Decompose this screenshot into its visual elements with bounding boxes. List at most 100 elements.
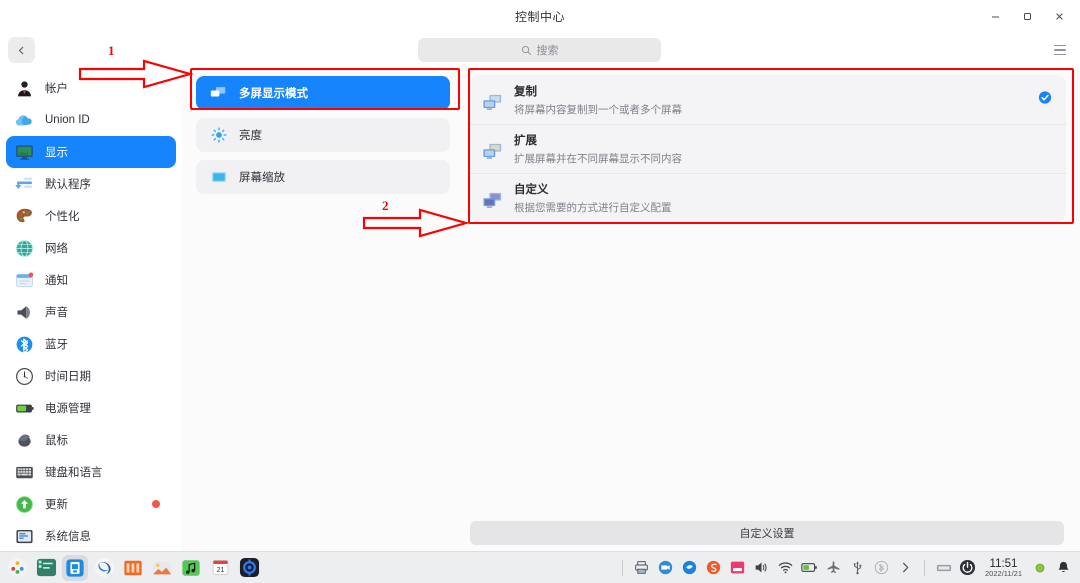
window-body: 帐户 Union ID 显示 默认程序 个性化 网络 通知 声音 蓝牙 时间日期… <box>0 68 1080 551</box>
display-mode-list: 复制 将屏幕内容复制到一个或者多个屏幕 扩展 扩展屏幕并在不同屏幕显示不同内容 <box>470 75 1066 222</box>
sidebar-item-union-id[interactable]: Union ID <box>6 104 176 136</box>
maximize-button[interactable] <box>1012 4 1042 30</box>
green-dot-icon[interactable] <box>1031 559 1048 576</box>
list-item-label: 多屏显示模式 <box>239 88 308 100</box>
bell-icon[interactable] <box>1055 559 1072 576</box>
shield-icon[interactable] <box>681 559 698 576</box>
brightness-icon <box>210 127 227 144</box>
keyboard-tray-icon[interactable] <box>935 559 952 576</box>
list-item-label: 亮度 <box>239 130 262 142</box>
sidebar-item-sound[interactable]: 声音 <box>6 296 176 328</box>
taskbar-tray: 11:51 2022/11/21 <box>619 558 1080 578</box>
sidebar-item-label: 键盘和语言 <box>45 467 103 479</box>
video-icon[interactable] <box>657 559 674 576</box>
keyboard-icon <box>14 462 35 483</box>
sidebar-item-label: Union ID <box>45 114 90 126</box>
search-input[interactable]: 搜索 <box>418 38 661 62</box>
sidebar-item-network[interactable]: 网络 <box>6 232 176 264</box>
sogou-input-icon[interactable] <box>705 559 722 576</box>
custom-screens-icon <box>482 191 504 213</box>
sidebar-item-label: 鼠标 <box>45 435 68 447</box>
window-titlebar: 控制中心 <box>0 0 1080 33</box>
screen-record-icon[interactable] <box>729 559 746 576</box>
taskbar-apps: 21 <box>0 554 262 581</box>
sidebar-item-personalization[interactable]: 个性化 <box>6 200 176 232</box>
music-player-icon[interactable] <box>178 555 204 581</box>
sidebar-item-label: 网络 <box>45 243 68 255</box>
brightness-item[interactable]: 亮度 <box>196 118 450 152</box>
bluetooth-icon <box>14 334 35 355</box>
sidebar-item-label: 时间日期 <box>45 371 91 383</box>
browser-icon[interactable] <box>91 555 117 581</box>
clock-time: 11:51 <box>989 557 1018 570</box>
mode-description: 根据您需要的方式进行自定义配置 <box>514 202 672 214</box>
mode-row-extend[interactable]: 扩展 扩展屏幕并在不同屏幕显示不同内容 <box>470 124 1066 173</box>
image-viewer-icon[interactable] <box>149 555 175 581</box>
list-item-label: 屏幕缩放 <box>239 172 285 184</box>
close-button[interactable] <box>1044 4 1074 30</box>
sidebar-item-datetime[interactable]: 时间日期 <box>6 360 176 392</box>
usb-icon[interactable] <box>849 559 866 576</box>
sidebar-item-label: 电源管理 <box>45 403 91 415</box>
file-manager-icon[interactable] <box>62 554 88 581</box>
battery-icon[interactable] <box>801 559 818 576</box>
taskbar-clock[interactable]: 11:51 2022/11/21 <box>983 558 1024 578</box>
sidebar-item-label: 默认程序 <box>45 179 91 191</box>
desktop-screen: 控制中心 搜索 帐户 Union ID 显示 默认程序 个性化 网络 通知 声音… <box>0 0 1080 583</box>
settings-sidebar: 帐户 Union ID 显示 默认程序 个性化 网络 通知 声音 蓝牙 时间日期… <box>0 68 182 551</box>
sidebar-item-power[interactable]: 电源管理 <box>6 392 176 424</box>
terminal-icon[interactable] <box>33 555 59 581</box>
launcher-icon[interactable] <box>4 555 30 581</box>
screen-scale-icon <box>210 169 227 186</box>
sidebar-item-mouse[interactable]: 鼠标 <box>6 424 176 456</box>
sidebar-item-default-apps[interactable]: 默认程序 <box>6 168 176 200</box>
printer-icon[interactable] <box>633 559 650 576</box>
sidebar-item-keyboard[interactable]: 键盘和语言 <box>6 456 176 488</box>
wifi-icon[interactable] <box>777 559 794 576</box>
screen-scale-item[interactable]: 屏幕缩放 <box>196 160 450 194</box>
control-center-icon[interactable] <box>236 555 262 581</box>
airplane-icon[interactable] <box>825 559 842 576</box>
calendar-icon[interactable]: 21 <box>207 555 233 581</box>
sound-icon <box>14 302 35 323</box>
mode-row-duplicate[interactable]: 复制 将屏幕内容复制到一个或者多个屏幕 <box>470 75 1066 124</box>
extend-screens-icon <box>482 142 504 164</box>
sidebar-item-update[interactable]: 更新 <box>6 488 176 520</box>
chevron-right-icon[interactable] <box>897 559 914 576</box>
network-icon <box>14 238 35 259</box>
mode-title: 自定义 <box>514 184 549 196</box>
power-tray-icon[interactable] <box>959 559 976 576</box>
sidebar-item-label: 显示 <box>45 147 68 159</box>
mouse-icon <box>14 430 35 451</box>
default-apps-icon <box>14 174 35 195</box>
search-icon <box>521 45 532 56</box>
sidebar-item-label: 帐户 <box>45 83 68 95</box>
back-button[interactable] <box>8 37 35 63</box>
tray-separator <box>924 559 926 576</box>
sidebar-item-system-info[interactable]: 系统信息 <box>6 520 176 552</box>
svg-text:21: 21 <box>216 567 224 574</box>
sidebar-item-account[interactable]: 帐户 <box>6 72 176 104</box>
bluetooth-tray-icon[interactable] <box>873 559 890 576</box>
volume-icon[interactable] <box>753 559 770 576</box>
display-mode-pane: 复制 将屏幕内容复制到一个或者多个屏幕 扩展 扩展屏幕并在不同屏幕显示不同内容 <box>464 68 1080 551</box>
mode-title: 复制 <box>514 85 537 98</box>
personalization-icon <box>14 206 35 227</box>
clock-date: 2022/11/21 <box>985 568 1022 578</box>
mode-title: 扩展 <box>514 135 537 147</box>
sidebar-item-label: 蓝牙 <box>45 339 68 351</box>
sidebar-item-notification[interactable]: 通知 <box>6 264 176 296</box>
sidebar-item-label: 通知 <box>45 275 68 287</box>
mode-row-custom[interactable]: 自定义 根据您需要的方式进行自定义配置 <box>470 173 1066 222</box>
system-info-icon <box>14 526 35 547</box>
multi-screen-mode-item[interactable]: 多屏显示模式 <box>196 76 450 110</box>
hamburger-menu-icon[interactable] <box>1050 39 1070 61</box>
office-icon[interactable] <box>120 555 146 581</box>
window-title: 控制中心 <box>514 10 565 24</box>
sidebar-item-bluetooth[interactable]: 蓝牙 <box>6 328 176 360</box>
sidebar-item-label: 更新 <box>45 499 68 511</box>
minimize-button[interactable] <box>980 4 1010 30</box>
custom-settings-button[interactable]: 自定义设置 <box>470 521 1064 545</box>
search-placeholder: 搜索 <box>536 45 559 57</box>
sidebar-item-display[interactable]: 显示 <box>6 136 176 168</box>
